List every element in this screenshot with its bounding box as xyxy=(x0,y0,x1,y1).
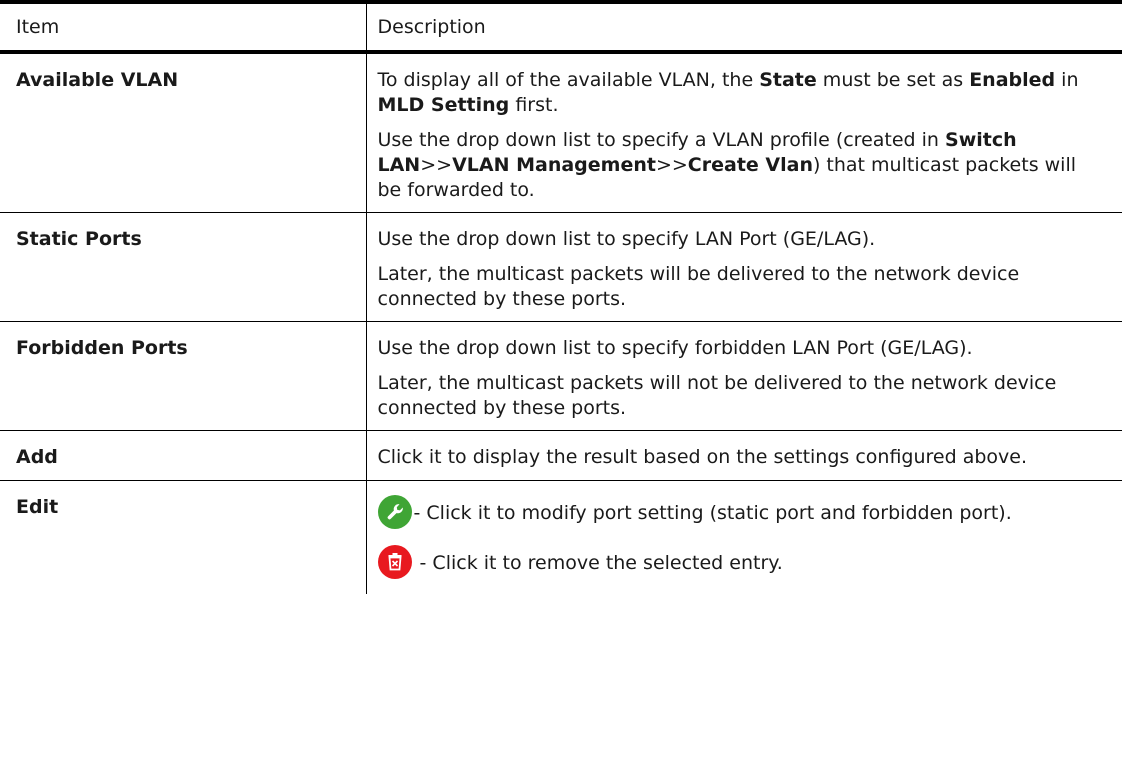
header-item: Item xyxy=(0,0,366,54)
header-description: Description xyxy=(365,0,1122,54)
row-item-available-vlan: Available VLAN xyxy=(0,52,366,213)
paragraph: Use the drop down list to specify a VLAN… xyxy=(377,129,1077,201)
table-row: Edit - Click it to modify port setting (… xyxy=(0,480,1122,594)
paragraph: Use the drop down list to specify forbid… xyxy=(377,337,973,359)
table-row: Available VLAN To display all of the ava… xyxy=(0,52,1122,213)
row-item-add: Add xyxy=(0,430,366,481)
paragraph: Click it to display the result based on … xyxy=(377,446,1028,468)
wrench-icon xyxy=(377,495,412,529)
table-header-row: Item Description xyxy=(0,0,1122,54)
trash-icon xyxy=(377,545,412,579)
row-item-static-ports: Static Ports xyxy=(0,212,366,322)
row-description: Use the drop down list to specify LAN Po… xyxy=(365,212,1122,322)
row-description: To display all of the available VLAN, th… xyxy=(365,52,1122,213)
paragraph: Later, the multicast packets will not be… xyxy=(377,372,1057,419)
row-description: Use the drop down list to specify forbid… xyxy=(365,321,1122,431)
row-item-forbidden-ports: Forbidden Ports xyxy=(0,321,366,431)
row-description: Click it to display the result based on … xyxy=(365,430,1122,481)
paragraph: - Click it to remove the selected entry. xyxy=(377,545,1103,585)
description-table: Item Description Available VLAN To displ… xyxy=(0,0,1122,594)
row-item-edit: Edit xyxy=(16,496,59,518)
paragraph: Later, the multicast packets will be del… xyxy=(377,263,1020,310)
table-row: Forbidden Ports Use the drop down list t… xyxy=(0,321,1122,431)
paragraph: - Click it to modify port setting (stati… xyxy=(377,495,1103,535)
paragraph: Use the drop down list to specify LAN Po… xyxy=(377,228,876,250)
paragraph: To display all of the available VLAN, th… xyxy=(377,69,1079,116)
row-description: - Click it to modify port setting (stati… xyxy=(365,480,1122,594)
table-row: Add Click it to display the result based… xyxy=(0,430,1122,481)
table-row: Static Ports Use the drop down list to s… xyxy=(0,212,1122,322)
